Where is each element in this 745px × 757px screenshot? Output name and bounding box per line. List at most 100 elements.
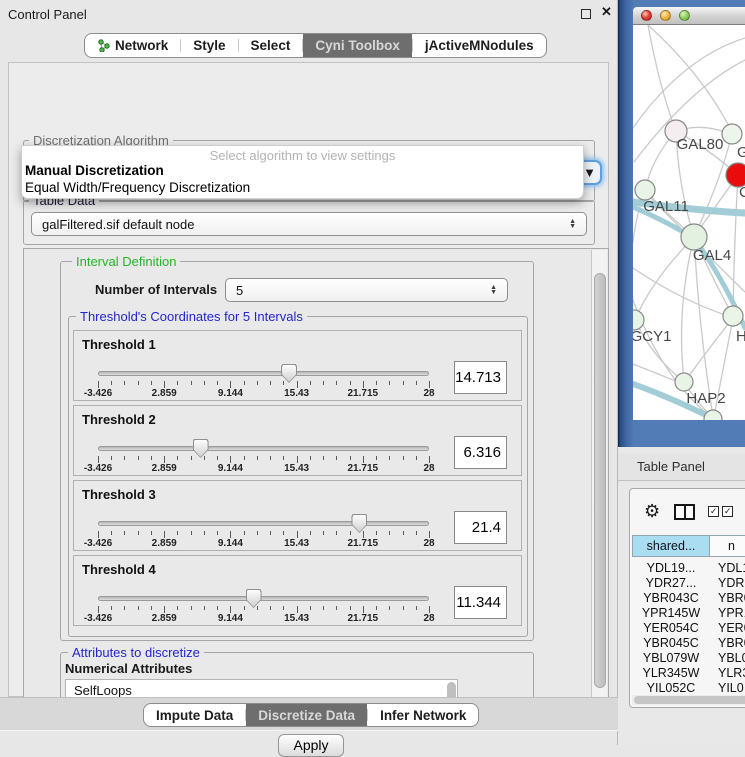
slider-tick xyxy=(177,456,178,460)
table-row[interactable]: YLR345WYLR3 xyxy=(632,666,745,681)
network-edge[interactable] xyxy=(648,25,729,126)
slider-tick xyxy=(151,606,152,610)
slider-tick xyxy=(111,456,112,460)
tab-label: Impute Data xyxy=(156,708,233,723)
threshold-value-field[interactable]: 6.316 xyxy=(454,436,507,469)
threshold-slider-thumb[interactable] xyxy=(193,439,209,458)
table-row[interactable]: YIL052CYIL0 xyxy=(632,681,745,696)
threshold-slider-track[interactable] xyxy=(98,446,429,451)
close-icon[interactable]: ✕ xyxy=(601,4,612,20)
table-row[interactable]: YBR043CYBR0 xyxy=(632,591,745,606)
cell-name: YDL1 xyxy=(710,561,745,576)
slider-tick xyxy=(151,381,152,385)
spinner-arrows-icon: ▲▼ xyxy=(490,285,497,295)
column-header-shared-name[interactable]: shared... xyxy=(632,535,710,557)
slider-tick xyxy=(270,456,271,460)
tab-jactivemnodules[interactable]: jActiveMNodules xyxy=(413,34,546,57)
threshold-slider-thumb[interactable] xyxy=(351,514,367,533)
slider-tick xyxy=(350,381,351,385)
table-hscrollbar-thumb[interactable] xyxy=(634,696,745,704)
slider-tick xyxy=(138,381,139,385)
interval-definition-label: Interval Definition xyxy=(72,254,180,269)
settings-scrollbar-thumb[interactable] xyxy=(594,273,606,688)
network-node-ga[interactable] xyxy=(722,124,742,144)
table-row[interactable]: YBL079WYBL0 xyxy=(632,651,745,666)
apply-button[interactable]: Apply xyxy=(278,734,344,757)
table-panel: Table Panel ⚙ ✓ ✓ shared... n YDL19...YD… xyxy=(618,447,745,745)
slider-tick xyxy=(217,456,218,460)
network-edge[interactable] xyxy=(733,175,738,314)
checkbox-icon[interactable]: ✓ xyxy=(708,506,719,517)
tab-label: Select xyxy=(251,38,291,53)
threshold-value-field[interactable]: 21.4 xyxy=(454,511,507,544)
table-row[interactable]: YDR27...YDR2 xyxy=(632,576,745,591)
slider-tick xyxy=(230,456,231,463)
settings-scrollbar[interactable] xyxy=(591,250,607,724)
threshold-slider-track[interactable] xyxy=(98,371,429,376)
slider-tick-label: -3.426 xyxy=(65,538,131,549)
network-canvas[interactable]: GAL80GACGAL11GAL4GCY1HHAP2 xyxy=(633,25,745,420)
slider-tick xyxy=(191,381,192,385)
number-of-intervals-combobox[interactable]: 5 ▲▼ xyxy=(225,278,508,302)
table-data-combobox[interactable]: galFiltered.sif default node ▲▼ xyxy=(31,212,587,236)
table-row[interactable]: YDL19...YDL1 xyxy=(632,561,745,576)
traffic-light-zoom-icon[interactable] xyxy=(679,10,690,21)
tab-label: Cyni Toolbox xyxy=(315,38,400,53)
table-row[interactable]: YBR045CYBR0 xyxy=(632,636,745,651)
slider-tick-label: -3.426 xyxy=(65,463,131,474)
slider-tick-label: 21.715 xyxy=(330,463,396,474)
threshold-slider-track[interactable] xyxy=(98,521,429,526)
tab-cyni-toolbox[interactable]: Cyni Toolbox xyxy=(303,34,412,57)
slider-tick-label: 9.144 xyxy=(197,613,263,624)
traffic-light-close-icon[interactable] xyxy=(641,10,652,21)
tab-select[interactable]: Select xyxy=(239,34,303,57)
table-row[interactable]: YPR145WYPR1 xyxy=(632,606,745,621)
bottom-tab-impute-data[interactable]: Impute Data xyxy=(144,704,245,726)
threshold-value-field[interactable]: 14.713 xyxy=(454,361,507,394)
float-panel-icon[interactable] xyxy=(581,9,591,19)
slider-tick xyxy=(403,531,404,535)
threshold-slider-thumb[interactable] xyxy=(246,589,262,608)
gear-icon[interactable]: ⚙ xyxy=(644,501,660,522)
network-node-gal11[interactable] xyxy=(635,180,655,200)
threshold-value-field[interactable]: 11.344 xyxy=(454,586,507,619)
network-edge[interactable] xyxy=(636,237,694,318)
slider-tick xyxy=(164,381,165,388)
table-horizontal-scrollbar[interactable] xyxy=(632,695,745,705)
slider-tick xyxy=(323,456,324,460)
checkbox-icon[interactable]: ✓ xyxy=(722,506,733,517)
slider-tick xyxy=(350,531,351,535)
tab-label: jActiveMNodules xyxy=(425,38,534,53)
slider-tick xyxy=(429,456,430,463)
algorithm-option-manual-discretization[interactable]: Manual Discretization xyxy=(22,163,583,180)
network-node-h[interactable] xyxy=(723,306,743,326)
network-edge[interactable] xyxy=(686,318,733,380)
network-node-hap2[interactable] xyxy=(675,373,693,391)
threshold-slider-track[interactable] xyxy=(98,596,429,601)
network-node-gcy1[interactable] xyxy=(633,310,644,330)
network-edge[interactable] xyxy=(648,25,676,131)
slider-tick-label: 15.43 xyxy=(264,463,330,474)
column-header-name[interactable]: n xyxy=(710,535,745,557)
network-window-titlebar[interactable] xyxy=(633,7,745,25)
tab-network[interactable]: Network xyxy=(85,34,180,57)
cell-name: YBL0 xyxy=(710,651,745,666)
slider-tick xyxy=(230,606,231,613)
threshold-title: Threshold 2 xyxy=(82,412,156,427)
table-rows: YDL19...YDL1YDR27...YDR2YBR043CYBR0YPR14… xyxy=(632,561,745,696)
slider-tick xyxy=(297,456,298,463)
bottom-tab-infer-network[interactable]: Infer Network xyxy=(368,704,478,726)
split-columns-icon[interactable] xyxy=(674,504,695,520)
algorithm-option-equal-width-frequency-discretization[interactable]: Equal Width/Frequency Discretization xyxy=(22,180,583,197)
network-edge[interactable] xyxy=(633,38,745,128)
slider-tick xyxy=(429,381,430,388)
table-row[interactable]: YER054CYER0 xyxy=(632,621,745,636)
slider-tick xyxy=(164,531,165,538)
slider-tick xyxy=(124,531,125,535)
traffic-light-minimize-icon[interactable] xyxy=(660,10,671,21)
slider-tick xyxy=(217,531,218,535)
bottom-tab-discretize-data[interactable]: Discretize Data xyxy=(246,704,367,726)
slider-tick xyxy=(244,531,245,535)
tab-style[interactable]: Style xyxy=(181,34,237,57)
cell-name: YPR1 xyxy=(710,606,745,621)
